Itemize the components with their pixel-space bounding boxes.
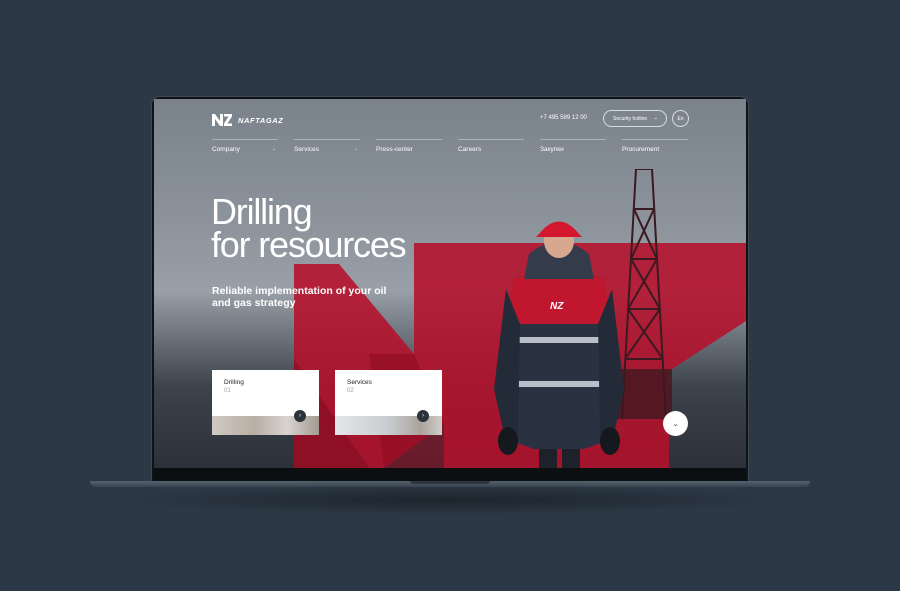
chevron-down-icon: ⌄ — [353, 146, 358, 152]
nav-item-label: Procurement — [622, 146, 660, 153]
nav-item-careers[interactable]: Careers — [458, 139, 524, 159]
card-number: 01 — [224, 388, 231, 394]
main-navigation: Company ⌄ Services ⌄ Press-center Career… — [212, 139, 689, 159]
service-card-services[interactable]: Services 02 › — [335, 370, 442, 435]
arrow-right-icon[interactable]: › — [294, 410, 306, 422]
mockup-stage: NZ NAFTAGAZ +7 495 589 12 00 Security ho… — [0, 0, 900, 591]
security-hotline-button[interactable]: Security hotline ⌄ — [603, 110, 667, 127]
arrow-right-icon[interactable]: › — [417, 410, 429, 422]
hero-title: Drilling for resources — [211, 194, 407, 265]
nav-item-label: Закупки — [540, 146, 564, 153]
chevron-down-icon: ⌄ — [271, 146, 276, 152]
nav-item-label: Company — [212, 146, 240, 153]
nav-item-label: Services — [294, 146, 319, 153]
card-title: Services — [347, 379, 372, 386]
nav-item-press-center[interactable]: Press-center — [376, 139, 442, 159]
phone-number-link[interactable]: +7 495 589 12 00 — [540, 115, 587, 121]
nav-item-procurement[interactable]: Procurement — [622, 139, 688, 159]
security-hotline-label: Security hotline — [613, 115, 648, 122]
website-screen: NZ NAFTAGAZ +7 495 589 12 00 Security ho… — [154, 99, 746, 468]
hero-subtitle: Reliable implementation of your oil and … — [212, 285, 387, 309]
nav-item-services[interactable]: Services ⌄ — [294, 139, 360, 159]
service-card-drilling[interactable]: Drilling 01 › — [212, 370, 319, 435]
laptop-notch — [410, 481, 490, 484]
card-title: Drilling — [224, 379, 244, 386]
nav-item-zakupki[interactable]: Закупки — [540, 139, 606, 159]
brand-name: NAFTAGAZ — [238, 115, 284, 125]
brand-logo[interactable]: NAFTAGAZ — [212, 114, 284, 126]
svg-text:NZ: NZ — [550, 301, 564, 312]
laptop-shadow — [110, 485, 790, 515]
language-switch-button[interactable]: En — [672, 110, 689, 127]
scroll-down-button[interactable]: ⌄ — [663, 411, 688, 436]
nav-item-label: Press-center — [376, 146, 413, 153]
chevron-down-icon: ⌄ — [672, 420, 679, 428]
nav-item-company[interactable]: Company ⌄ — [212, 139, 278, 159]
hero-title-line-2: for resources — [211, 224, 407, 265]
oil-worker-photo: NZ — [494, 221, 624, 468]
chevron-down-icon: ⌄ — [653, 115, 658, 121]
card-number: 02 — [347, 388, 354, 394]
nz-logo-icon — [212, 114, 232, 126]
nav-item-label: Careers — [458, 146, 482, 153]
screen-bezel-bottom — [154, 468, 746, 481]
